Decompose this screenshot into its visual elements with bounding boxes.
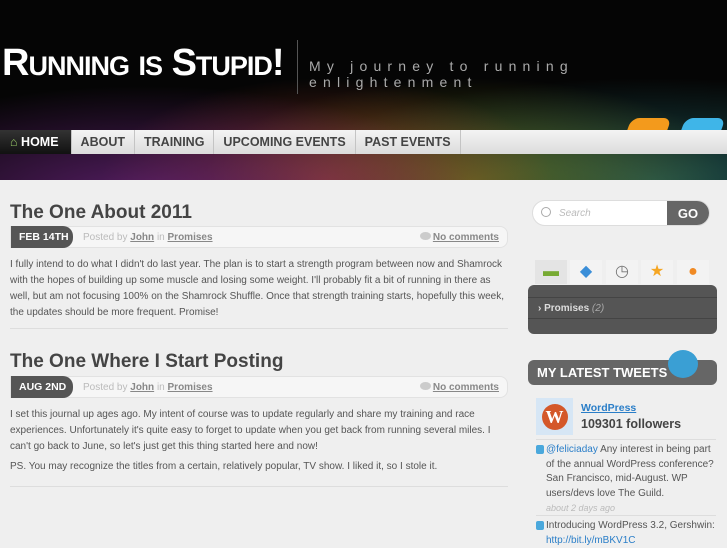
category-name: Promises bbox=[544, 303, 590, 314]
comments-link[interactable]: No comments bbox=[433, 382, 499, 393]
comment-icon bbox=[419, 232, 431, 240]
post-date: FEB 14TH bbox=[11, 226, 73, 248]
tweet: @feliciaday Any interest in being part o… bbox=[536, 439, 716, 517]
comments: No comments bbox=[419, 232, 499, 243]
post-date: AUG 2ND bbox=[11, 376, 73, 398]
post-divider bbox=[10, 328, 508, 329]
twitter-bird-icon bbox=[668, 350, 698, 378]
category-count: (2) bbox=[591, 303, 605, 314]
nav-past-events[interactable]: PAST EVENTS bbox=[356, 130, 461, 154]
comment-icon bbox=[419, 382, 431, 390]
tag-icon[interactable]: ◆ bbox=[570, 260, 602, 284]
search-form: Search GO bbox=[532, 200, 710, 226]
nav-about[interactable]: ABOUT bbox=[72, 130, 135, 154]
nav-label: HOME bbox=[21, 135, 59, 149]
star-icon[interactable]: ★ bbox=[641, 260, 673, 284]
comments: No comments bbox=[419, 382, 499, 393]
tweet-time: about 2 days ago bbox=[546, 503, 616, 513]
category-link[interactable]: Promises bbox=[168, 382, 213, 393]
account-link[interactable]: WordPress bbox=[581, 402, 636, 414]
avatar[interactable]: W bbox=[536, 398, 573, 435]
followers-count: 109301 followers bbox=[581, 417, 682, 431]
main-nav: ⌂ HOME ABOUT TRAINING UPCOMING EVENTS PA… bbox=[0, 130, 727, 154]
comment-icon[interactable]: ● bbox=[677, 260, 709, 284]
mention-link[interactable]: @feliciaday bbox=[546, 444, 598, 455]
twitter-icon bbox=[536, 445, 544, 454]
search-button[interactable]: GO bbox=[667, 201, 709, 225]
tweet-link[interactable]: http://bit.ly/mBKV1C bbox=[546, 535, 635, 546]
post-divider bbox=[10, 486, 508, 487]
post-meta: AUG 2ND Posted by John in Promises No co… bbox=[10, 376, 508, 398]
categories-widget: › Promises (2) bbox=[528, 285, 717, 334]
in-text: in bbox=[156, 232, 165, 243]
tweet-text: Introducing WordPress 3.2, Gershwin: bbox=[546, 520, 715, 531]
nav-home[interactable]: ⌂ HOME bbox=[0, 130, 72, 154]
post-byline: Posted by John in Promises bbox=[83, 232, 213, 243]
post-title[interactable]: The One About 2011 bbox=[10, 202, 192, 224]
author-link[interactable]: John bbox=[130, 232, 154, 243]
author-link[interactable]: John bbox=[130, 382, 154, 393]
home-icon: ⌂ bbox=[10, 135, 18, 149]
posted-by: Posted by bbox=[83, 382, 128, 393]
site-title[interactable]: Running is Stupid! bbox=[2, 42, 285, 85]
post-byline: Posted by John in Promises bbox=[83, 382, 213, 393]
category-link[interactable]: Promises bbox=[168, 232, 213, 243]
comments-link[interactable]: No comments bbox=[433, 232, 499, 243]
post-body: PS. You may recognize the titles from a … bbox=[10, 461, 438, 472]
post-title[interactable]: The One Where I Start Posting bbox=[10, 351, 283, 373]
tweet: Introducing WordPress 3.2, Gershwin: htt… bbox=[536, 515, 716, 548]
twitter-icon bbox=[536, 521, 544, 530]
search-input[interactable]: Search bbox=[559, 208, 591, 219]
folder-icon[interactable]: ▬ bbox=[535, 260, 567, 284]
header-divider bbox=[297, 40, 298, 94]
post-meta: FEB 14TH Posted by John in Promises No c… bbox=[10, 226, 508, 248]
site-header: Running is Stupid! My journey to running… bbox=[0, 0, 727, 180]
site-tagline: My journey to running enlightenment bbox=[309, 58, 574, 90]
in-text: in bbox=[156, 382, 165, 393]
wordpress-logo-icon: W bbox=[541, 403, 568, 430]
category-item[interactable]: › Promises (2) bbox=[528, 297, 717, 319]
clock-icon[interactable]: ◷ bbox=[606, 260, 638, 284]
nav-training[interactable]: TRAINING bbox=[135, 130, 215, 154]
post-body: I fully intend to do what I didn't do la… bbox=[10, 259, 504, 318]
post-body: I set this journal up ages ago. My inten… bbox=[10, 409, 491, 452]
search-icon bbox=[541, 207, 551, 217]
posted-by: Posted by bbox=[83, 232, 128, 243]
nav-upcoming-events[interactable]: UPCOMING EVENTS bbox=[214, 130, 356, 154]
